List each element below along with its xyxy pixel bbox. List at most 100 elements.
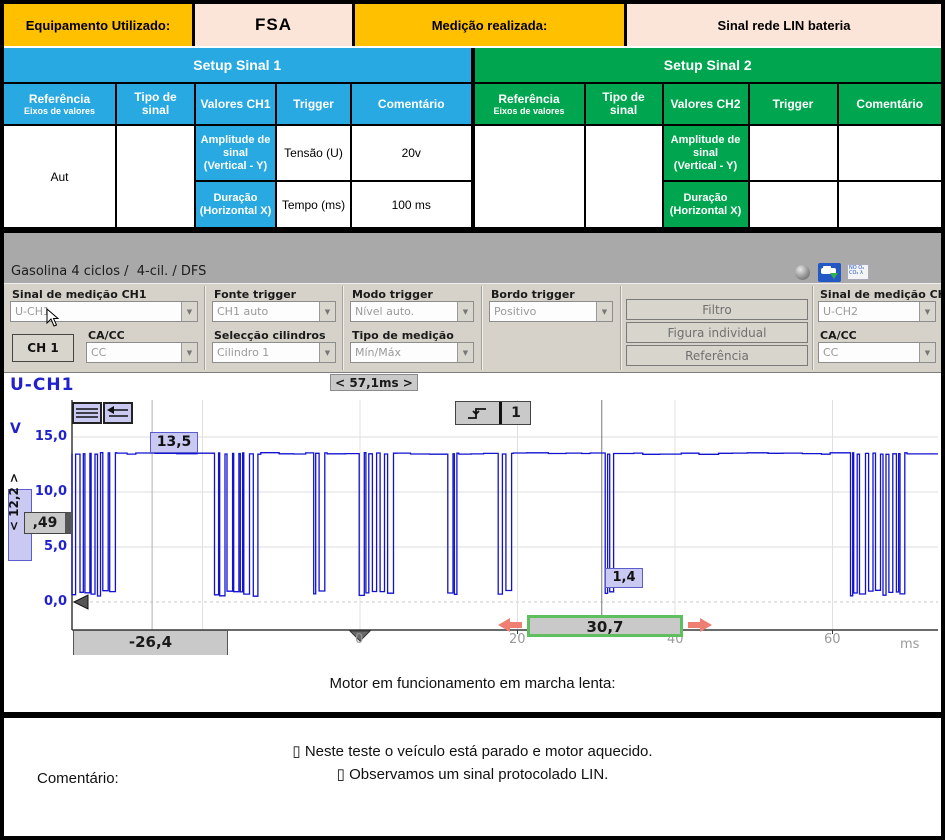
col-comentario-2: Comentário [839, 84, 942, 124]
row-amplitude-label-2: Amplitude de sinal (Vertical - Y) [664, 126, 748, 180]
equip-label: Equipamento Utilizado: [4, 4, 192, 46]
trigger-level-handle[interactable]: ,49 [24, 512, 72, 534]
trigger-edge-label: Bordo trigger [491, 288, 575, 301]
status-sphere-icon [795, 265, 810, 280]
x-tick-20: 20 [509, 632, 526, 647]
motor-caption: Motor em funcionamento em marcha lenta: [4, 655, 941, 712]
ch2-signal-label: Sinal de medição CH2 [820, 288, 945, 301]
equip-value: FSA [195, 4, 352, 46]
separator [812, 286, 814, 370]
referencia-button[interactable]: Referência [626, 345, 808, 366]
trigger-edge-dropdown[interactable]: Positivo▼ [489, 301, 613, 322]
cell-20v: 20v [352, 126, 471, 180]
ca-cc-dropdown[interactable]: CC▼ [86, 342, 198, 363]
col-comentario: Comentário [352, 84, 471, 124]
cell-tensao: Tensão (U) [277, 126, 350, 180]
measure-type-label: Tipo de medição [352, 329, 454, 342]
ca-cc-ch2-label: CA/CC [820, 329, 857, 342]
ch2-signal-dropdown[interactable]: U-CH2▼ [818, 301, 936, 322]
separator [204, 286, 206, 370]
feed-direction-icon[interactable] [103, 402, 133, 424]
scope-title-bar: Gasolina 4 ciclos / 4-cil. / DFS NO O₂ C… [4, 261, 941, 284]
comment-line: ▯ Observamos um sinal protocolado LIN. [4, 763, 941, 786]
ca-cc-label: CA/CC [88, 329, 125, 342]
ca-cc-ch2-dropdown[interactable]: CC▼ [818, 342, 936, 363]
chevron-down-icon[interactable]: ▼ [919, 343, 935, 362]
trigger-mode-label: Modo trigger [352, 288, 433, 301]
vehicle-icon[interactable] [818, 263, 841, 282]
trace-lines-icon[interactable] [72, 402, 102, 424]
chevron-down-icon[interactable]: ▼ [596, 302, 612, 321]
scope-chart: U-CH1 < 57,1ms > 1 V 15,0 10,0 5,0 0,0 [4, 373, 941, 655]
row-duracao-label-2: Duração (Horizontal X) [664, 182, 748, 227]
chevron-down-icon[interactable]: ▼ [181, 343, 197, 362]
measure-type-dropdown[interactable]: Mín/Máx▼ [350, 342, 474, 363]
delta-time-readout[interactable]: < 57,1ms > [330, 374, 418, 391]
mouse-cursor [46, 308, 60, 328]
chevron-down-icon[interactable]: ▼ [457, 343, 473, 362]
col-trigger: Trigger [277, 84, 350, 124]
left-cursor-time-box[interactable]: -26,4 [73, 630, 228, 655]
cell-comment-ch2 [586, 126, 662, 227]
col-valores-ch1: Valores CH1 [196, 84, 275, 124]
trigger-source-dropdown[interactable]: CH1 auto▼ [212, 301, 336, 322]
x-axis-unit: ms [900, 637, 919, 652]
cell-100ms: 100 ms [352, 182, 471, 227]
scope-control-panel: Sinal de medição CH1 U-CH1▼ Fonte trigge… [4, 283, 941, 373]
trigger-edge-icon [456, 402, 502, 424]
emissions-icon[interactable]: NO O₂ CO₂ λ [847, 264, 869, 280]
chevron-down-icon[interactable]: ▼ [319, 302, 335, 321]
motor-caption-text: Motor em funcionamento em marcha lenta: [330, 675, 616, 692]
cell-comment-ch1 [117, 126, 194, 227]
trigger-mode-dropdown[interactable]: Nível auto.▼ [350, 301, 474, 322]
trigger-badge[interactable]: 1 [455, 401, 531, 425]
row-amplitude-label: Amplitude de sinal (Vertical - Y) [196, 126, 275, 180]
col-tipo-sinal-2: Tipo de sinal [586, 84, 662, 124]
channel-trace-label: U-CH1 [10, 375, 74, 395]
scope-screenshot: Gasolina 4 ciclos / 4-cil. / DFS NO O₂ C… [4, 233, 941, 655]
separator [620, 286, 622, 370]
chevron-down-icon[interactable]: ▼ [457, 302, 473, 321]
cylinder-select-label: Selecção cilindros [214, 329, 326, 342]
comment-line: ▯ Neste teste o veículo está parado e mo… [4, 740, 941, 763]
measurement-label: Medição realizada: [355, 4, 624, 46]
filtro-button[interactable]: Filtro [626, 299, 808, 320]
col-trigger-2: Trigger [750, 84, 837, 124]
x-tick-60: 60 [824, 632, 841, 647]
y-tick-15: 15,0 [21, 429, 67, 444]
setup2-title: Setup Sinal 2 [475, 48, 942, 82]
setup-table-ch1: Setup Sinal 1 Referência Eixos de valore… [4, 48, 471, 227]
right-cursor-value-box[interactable]: 1,4 [605, 568, 643, 588]
setup-tables: Setup Sinal 1 Referência Eixos de valore… [4, 48, 941, 227]
trigger-source-label: Fonte trigger [214, 288, 296, 301]
chevron-down-icon[interactable]: ▼ [181, 302, 197, 321]
cell-tipo-ch2 [750, 126, 837, 180]
right-cursor-time-box[interactable]: 30,7 [527, 615, 683, 637]
cell-tempo-ch2 [750, 182, 837, 227]
chevron-down-icon[interactable]: ▼ [319, 343, 335, 362]
col-valores-ch2: Valores CH2 [664, 84, 748, 124]
ch1-signal-dropdown[interactable]: U-CH1▼ [10, 301, 198, 322]
cell-tempo: Tempo (ms) [277, 182, 350, 227]
cell-valor2-ch2 [839, 182, 942, 227]
comment-section: Comentário: ▯ Neste teste o veículo está… [4, 718, 941, 836]
cell-trigger-aut: Aut [4, 126, 115, 227]
col-referencia-2: Referência Eixos de valores [475, 84, 584, 124]
ch1-button[interactable]: CH 1 [12, 334, 74, 362]
separator [481, 286, 483, 370]
setup1-title: Setup Sinal 1 [4, 48, 471, 82]
cylinder-select-dropdown[interactable]: Cilindro 1▼ [212, 342, 336, 363]
chevron-down-icon[interactable]: ▼ [919, 302, 935, 321]
scope-title: Gasolina 4 ciclos / 4-cil. / DFS [11, 264, 206, 279]
figura-individual-button[interactable]: Figura individual [626, 322, 808, 343]
row-duracao-label: Duração (Horizontal X) [196, 182, 275, 227]
measurement-value: Sinal rede LIN bateria [627, 4, 941, 46]
report-page: Equipamento Utilizado: FSA Medição reali… [0, 0, 945, 840]
y-tick-0: 0,0 [21, 594, 67, 609]
comment-lines: ▯ Neste teste o veículo está parado e mo… [4, 740, 941, 786]
col-tipo-sinal: Tipo de sinal [117, 84, 194, 124]
x-tick-0: 0 [355, 632, 363, 647]
ch1-signal-label: Sinal de medição CH1 [12, 288, 147, 301]
separator [342, 286, 344, 370]
left-cursor-value-box[interactable]: 13,5 [150, 432, 198, 453]
